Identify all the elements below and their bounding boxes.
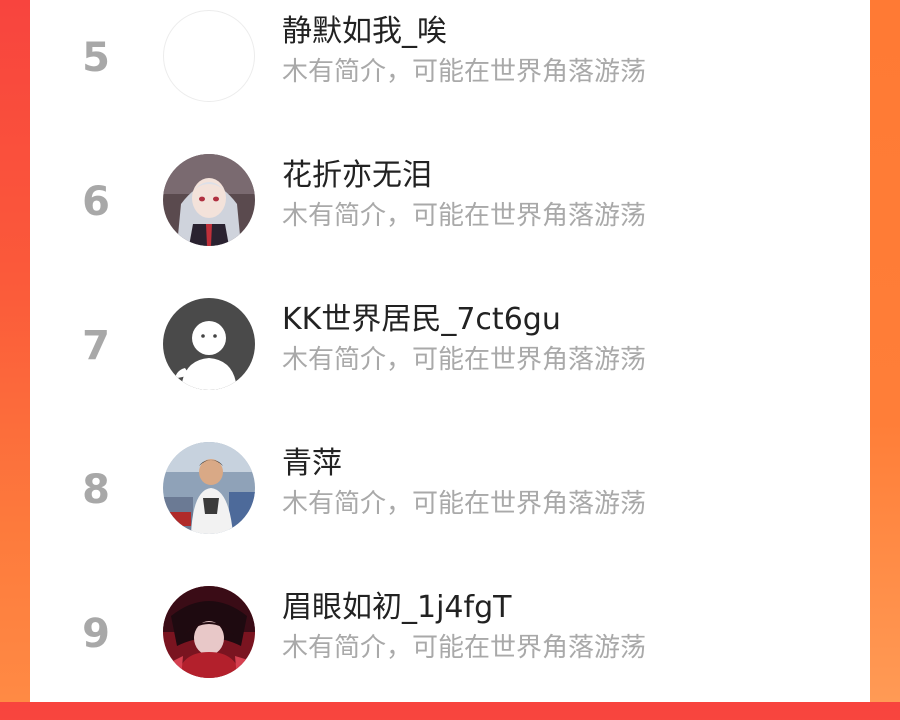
rank-number: 6 [82, 179, 110, 225]
leaderboard-row[interactable]: 6 花折亦无泪 木有简介，可能在世界角落游荡 [30, 144, 870, 288]
user-name[interactable]: 眉眼如初_1j4fgT [282, 588, 511, 628]
background-gradient-right [870, 0, 900, 702]
default-person-avatar-image [163, 298, 255, 390]
avatar[interactable] [163, 10, 255, 102]
avatar[interactable] [163, 298, 255, 390]
leaderboard-row[interactable]: 9 眉眼如初_1j4fgT 木有简介，可能在世界角落游荡 [30, 576, 870, 720]
rank-number: 5 [82, 35, 110, 81]
leaderboard-panel[interactable]: 5 静默如我_唉 木有简介，可能在世界角落游荡 6 花折亦无泪 木有简介，可能在… [30, 0, 870, 702]
leaderboard-row[interactable]: 8 青萍 木有简介，可能在世界角落游荡 [30, 432, 870, 576]
avatar[interactable] [163, 442, 255, 534]
user-name[interactable]: 花折亦无泪 [282, 156, 432, 196]
photo-man-avatar-image [163, 442, 255, 534]
user-bio: 木有简介，可能在世界角落游荡 [282, 201, 647, 231]
user-name[interactable]: 静默如我_唉 [282, 12, 447, 52]
user-bio: 木有简介，可能在世界角落游荡 [282, 489, 647, 519]
user-bio: 木有简介，可能在世界角落游荡 [282, 345, 647, 375]
rank-number: 8 [82, 467, 110, 513]
avatar[interactable] [163, 154, 255, 246]
leaderboard-row[interactable]: 5 静默如我_唉 木有简介，可能在世界角落游荡 [30, 0, 870, 144]
avatar[interactable] [163, 586, 255, 678]
user-bio: 木有简介，可能在世界角落游荡 [282, 57, 647, 87]
anime-red-avatar-image [163, 586, 255, 678]
user-name[interactable]: KK世界居民_7ct6gu [282, 300, 561, 340]
user-name[interactable]: 青萍 [282, 444, 342, 484]
leaderboard-row[interactable]: 7 KK世界居民_7ct6gu 木有简介，可能在世界角落游荡 [30, 288, 870, 432]
rank-number: 7 [82, 323, 110, 369]
anime-girl-avatar-image [163, 154, 255, 246]
user-bio: 木有简介，可能在世界角落游荡 [282, 633, 647, 663]
rank-number: 9 [82, 611, 110, 657]
